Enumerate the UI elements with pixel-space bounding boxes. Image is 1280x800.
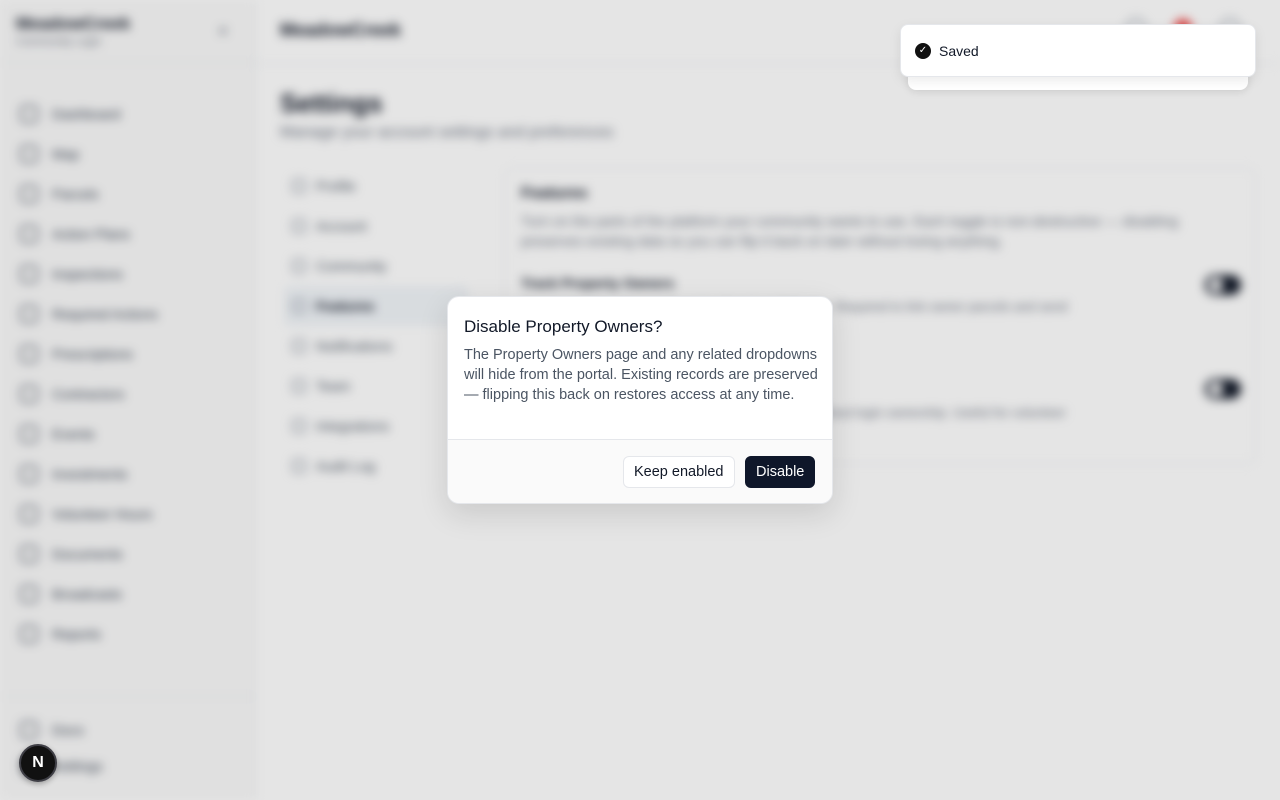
dialog-body: The Property Owners page and any related… — [464, 347, 818, 403]
check-circle-icon: ✓ — [915, 42, 931, 59]
dialog-footer: Keep enabled Disable — [448, 439, 832, 503]
n-logo-icon[interactable]: N — [19, 744, 57, 782]
disable-button[interactable]: Disable — [745, 456, 816, 488]
keep-enabled-button[interactable]: Keep enabled — [623, 456, 735, 488]
dialog-title: Disable Property Owners? — [464, 317, 663, 336]
saved-toast: ✓ Saved — [900, 24, 1256, 77]
confirm-dialog: Disable Property Owners? The Property Ow… — [447, 296, 833, 504]
toast-message: Saved — [939, 42, 979, 59]
